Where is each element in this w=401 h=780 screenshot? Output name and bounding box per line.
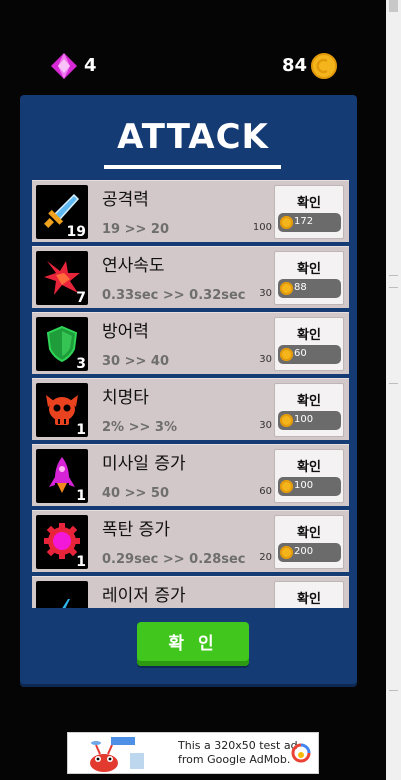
- upgrade-icon-box: 1: [36, 449, 88, 504]
- upgrade-name: 레이저 증가: [102, 586, 186, 606]
- buy-button-label: 확인: [297, 262, 321, 277]
- upgrade-row-fire-rate: 7 연사속도 0.33sec >> 0.32sec 30 확인 88: [32, 246, 349, 308]
- price-value: 60: [294, 348, 307, 359]
- scrollbar-marker: [389, 690, 398, 691]
- upgrade-name: 공격력: [102, 190, 149, 210]
- price-value: 100: [294, 414, 314, 425]
- window-scrollbar[interactable]: [386, 0, 401, 780]
- coin-icon: [280, 414, 293, 427]
- upgrade-icon-box: 7: [36, 251, 88, 306]
- ad-line-2: from Google AdMob.: [178, 753, 291, 766]
- upgrade-desc: 2% >> 3%: [102, 420, 177, 435]
- upgrade-icon-box: 1: [36, 515, 88, 570]
- price-tag: 88: [278, 279, 341, 298]
- upgrade-max-level: 30: [259, 420, 272, 431]
- price-tag: 100: [278, 411, 341, 430]
- upgrade-desc: 19 >> 20: [102, 222, 170, 237]
- upgrade-level: 3: [76, 356, 86, 372]
- coin-icon: [311, 53, 337, 79]
- ad-banner[interactable]: This a 320x50 test ad from Google AdMob.: [67, 732, 319, 774]
- upgrade-max-level: 100: [252, 222, 272, 233]
- confirm-button[interactable]: 확 인: [137, 622, 249, 666]
- upgrade-row-bomb: 1 폭탄 증가 0.29sec >> 0.28sec 20 확인 200: [32, 510, 349, 572]
- upgrade-buy-button[interactable]: 확인 200: [274, 515, 344, 569]
- upgrade-row-missile: 1 미사일 증가 40 >> 50 60 확인 100: [32, 444, 349, 506]
- upgrade-name: 미사일 증가: [102, 454, 186, 474]
- upgrade-row-attack: 19 공격력 19 >> 20 100 확인 172: [32, 180, 349, 242]
- upgrade-level: 1: [76, 488, 86, 504]
- buy-button-label: 확인: [297, 526, 321, 541]
- coin-icon: [280, 546, 293, 559]
- upgrade-icon-box: [36, 581, 88, 608]
- coin-icon: [280, 216, 293, 229]
- upgrade-name: 연사속도: [102, 256, 165, 276]
- upgrade-list[interactable]: 19 공격력 19 >> 20 100 확인 172 7 연사속도 0.33se…: [32, 180, 349, 608]
- upgrade-level: 1: [76, 422, 86, 438]
- gem-icon: [51, 53, 77, 79]
- coin-icon: [280, 282, 293, 295]
- upgrade-level: 1: [76, 554, 86, 570]
- upgrade-icon-box: 1: [36, 383, 88, 438]
- upgrade-desc: 0.29sec >> 0.28sec: [102, 552, 246, 567]
- admob-logo-icon: [291, 743, 311, 763]
- gem-count: 4: [84, 55, 97, 76]
- panel-title: ATTACK: [117, 117, 269, 157]
- upgrade-buy-button[interactable]: 확인: [274, 581, 344, 608]
- upgrade-icon-box: 3: [36, 317, 88, 372]
- upgrade-row-defense: 3 방어력 30 >> 40 30 확인 60: [32, 312, 349, 374]
- scrollbar-marker: [389, 383, 398, 384]
- upgrade-max-level: 20: [259, 552, 272, 563]
- scrollbar-marker: [389, 287, 398, 288]
- upgrade-icon-box: 19: [36, 185, 88, 240]
- coin-count: 84: [282, 55, 308, 76]
- coin-icon: [280, 348, 293, 361]
- upgrade-desc: 30 >> 40: [102, 354, 170, 369]
- upgrade-name: 치명타: [102, 388, 149, 408]
- upgrade-buy-button[interactable]: 확인 100: [274, 383, 344, 437]
- buy-button-label: 확인: [297, 328, 321, 343]
- upgrade-level: 19: [66, 224, 86, 240]
- upgrade-buy-button[interactable]: 확인 88: [274, 251, 344, 305]
- upgrade-row-critical: 1 치명타 2% >> 3% 30 확인 100: [32, 378, 349, 440]
- upgrade-buy-button[interactable]: 확인 100: [274, 449, 344, 503]
- upgrade-max-level: 30: [259, 288, 272, 299]
- price-value: 88: [294, 282, 307, 293]
- upgrade-buy-button[interactable]: 확인 172: [274, 185, 344, 239]
- price-value: 200: [294, 546, 314, 557]
- price-value: 100: [294, 480, 314, 491]
- ad-text: This a 320x50 test ad from Google AdMob.: [178, 739, 298, 767]
- coin-icon: [280, 480, 293, 493]
- upgrade-row-laser: 레이저 증가 확인: [32, 576, 349, 608]
- price-tag: 172: [278, 213, 341, 232]
- buy-button-label: 확인: [297, 592, 321, 607]
- laser-icon: [62, 599, 70, 608]
- scrollbar-marker: [389, 275, 398, 276]
- buy-button-label: 확인: [297, 196, 321, 211]
- buy-button-label: 확인: [297, 394, 321, 409]
- upgrade-max-level: 60: [259, 486, 272, 497]
- price-tag: 100: [278, 477, 341, 496]
- upgrade-buy-button[interactable]: 확인 60: [274, 317, 344, 371]
- title-underline: [104, 165, 281, 169]
- scrollbar-thumb[interactable]: [389, 0, 398, 12]
- upgrade-name: 방어력: [102, 322, 149, 342]
- upgrade-level: 7: [76, 290, 86, 306]
- ad-badge: [111, 737, 135, 745]
- buy-button-label: 확인: [297, 460, 321, 475]
- game-screen: 4 84 ATTACK 19 공격력 19 >> 20 100 확인 172 7…: [0, 0, 386, 780]
- upgrade-max-level: 30: [259, 354, 272, 365]
- upgrade-name: 폭탄 증가: [102, 520, 170, 540]
- price-tag: 60: [278, 345, 341, 364]
- price-tag: 200: [278, 543, 341, 562]
- price-value: 172: [294, 216, 314, 227]
- upgrade-desc: 40 >> 50: [102, 486, 170, 501]
- ad-line-1: This a 320x50 test ad: [178, 739, 298, 752]
- upgrade-desc: 0.33sec >> 0.32sec: [102, 288, 246, 303]
